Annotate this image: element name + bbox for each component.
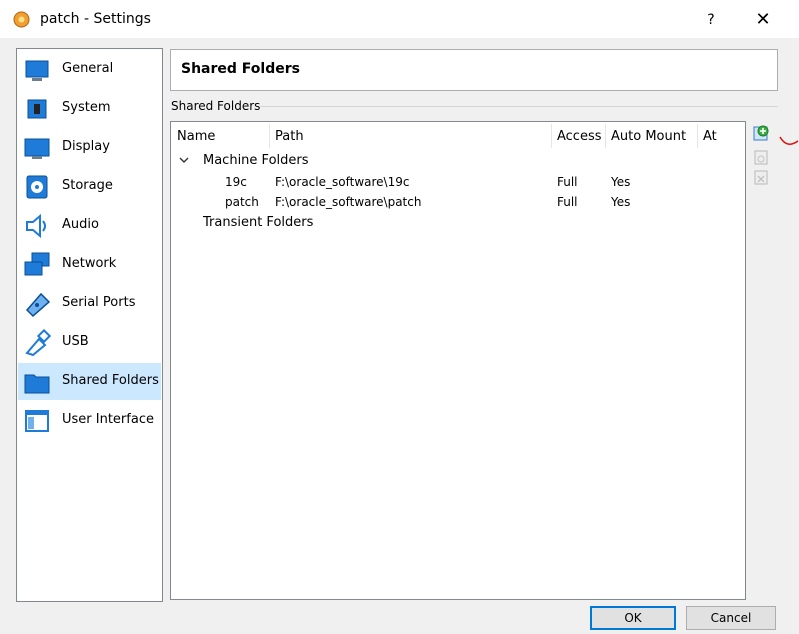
- column-header-access[interactable]: Access: [557, 129, 602, 144]
- chevron-down-icon[interactable]: [179, 155, 189, 165]
- dialog-body: General System Display Storage Audio Net…: [0, 38, 799, 634]
- sidebar-item-system[interactable]: System: [18, 90, 161, 127]
- sidebar-item-serial-ports[interactable]: Serial Ports: [18, 285, 161, 322]
- sidebar-item-label: Serial Ports: [62, 295, 136, 310]
- sidebar-item-general[interactable]: General: [18, 51, 161, 88]
- column-header-name[interactable]: Name: [177, 129, 215, 144]
- audio-icon: [26, 213, 46, 239]
- virtualbox-app-icon: [13, 11, 30, 28]
- storage-icon: [26, 175, 48, 199]
- row-access: Full: [557, 175, 578, 189]
- help-button[interactable]: ?: [696, 8, 726, 32]
- row-auto-mount: Yes: [611, 175, 631, 189]
- row-path: F:\oracle_software\patch: [275, 195, 422, 209]
- usb-icon: [25, 329, 51, 357]
- sidebar-item-label: System: [62, 100, 111, 115]
- sidebar-item-label: General: [62, 61, 114, 76]
- sidebar-item-label: Network: [62, 256, 117, 271]
- user-interface-icon: [25, 410, 49, 432]
- row-name: 19c: [225, 175, 247, 189]
- column-separator: [697, 124, 698, 148]
- page-header: Shared Folders: [170, 49, 778, 91]
- sidebar-item-usb[interactable]: USB: [18, 324, 161, 361]
- display-icon: [24, 138, 50, 159]
- sidebar-item-shared-folders[interactable]: Shared Folders: [18, 363, 161, 400]
- machine-folders-group[interactable]: Machine Folders: [203, 153, 309, 168]
- edit-folder-icon[interactable]: [752, 148, 770, 166]
- title-bar: patch - Settings ? ✕: [0, 0, 799, 38]
- row-path: F:\oracle_software\19c: [275, 175, 410, 189]
- sidebar-item-display[interactable]: Display: [18, 129, 161, 166]
- column-header-path[interactable]: Path: [275, 129, 304, 144]
- sidebar-item-user-interface[interactable]: User Interface: [18, 402, 161, 439]
- row-name: patch: [225, 195, 259, 209]
- shared-folders-icon: [24, 374, 50, 394]
- sidebar-item-audio[interactable]: Audio: [18, 207, 161, 244]
- close-button[interactable]: ✕: [746, 8, 780, 32]
- page-title: Shared Folders: [181, 61, 300, 77]
- shared-folders-list[interactable]: Name Path Access Auto Mount At Machine F…: [170, 121, 746, 600]
- serial-ports-icon: [25, 292, 51, 318]
- cancel-button[interactable]: Cancel: [686, 606, 776, 630]
- sidebar-item-storage[interactable]: Storage: [18, 168, 161, 205]
- column-header-at[interactable]: At: [703, 129, 717, 144]
- column-separator: [551, 124, 552, 148]
- row-auto-mount: Yes: [611, 195, 631, 209]
- sidebar-item-label: Audio: [62, 217, 99, 232]
- add-folder-icon[interactable]: [752, 124, 770, 142]
- settings-sidebar: General System Display Storage Audio Net…: [16, 48, 163, 602]
- sidebar-item-label: Shared Folders: [62, 373, 159, 388]
- sidebar-item-label: USB: [62, 334, 89, 349]
- transient-folders-group[interactable]: Transient Folders: [203, 215, 313, 230]
- window-title: patch - Settings: [40, 11, 151, 27]
- group-divider: [260, 106, 778, 107]
- remove-folder-icon[interactable]: [752, 168, 770, 186]
- general-icon: [25, 60, 49, 81]
- sidebar-item-label: User Interface: [62, 412, 154, 427]
- red-annotation-mark: [779, 136, 799, 145]
- system-icon: [27, 99, 47, 119]
- ok-button[interactable]: OK: [590, 606, 676, 630]
- group-label: Shared Folders: [171, 99, 267, 113]
- sidebar-item-network[interactable]: Network: [18, 246, 161, 283]
- network-icon: [24, 252, 50, 276]
- column-header-auto-mount[interactable]: Auto Mount: [611, 129, 686, 144]
- column-separator: [269, 124, 270, 148]
- sidebar-item-label: Display: [62, 139, 110, 154]
- sidebar-item-label: Storage: [62, 178, 113, 193]
- row-access: Full: [557, 195, 578, 209]
- column-separator: [605, 124, 606, 148]
